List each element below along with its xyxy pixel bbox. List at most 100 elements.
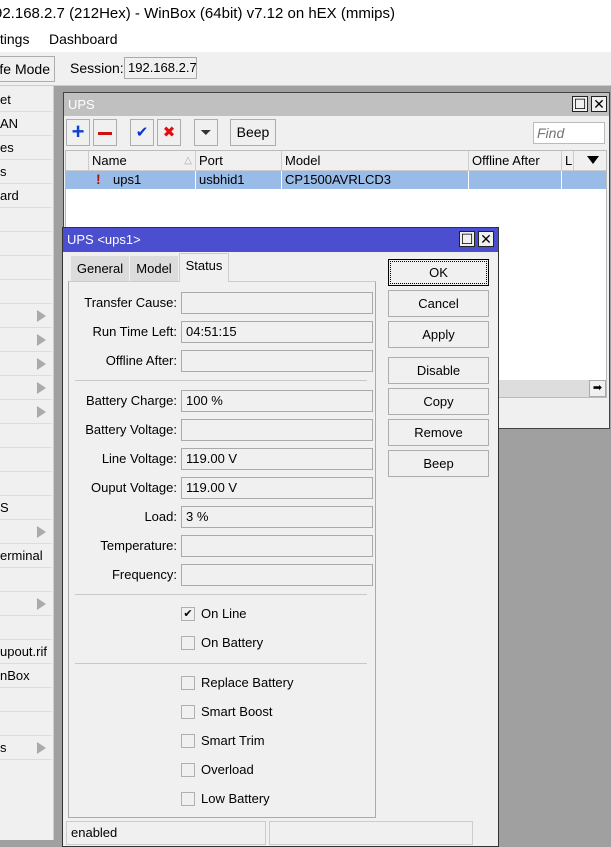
sidebar-item[interactable]: [0, 616, 52, 640]
column-header-flag[interactable]: [66, 151, 89, 170]
submenu-arrow-icon: [37, 310, 46, 322]
sidebar-item[interactable]: es: [0, 136, 52, 160]
separator: [75, 380, 367, 381]
tab-general[interactable]: General: [71, 256, 129, 281]
window-title-bar: 92.168.2.7 (212Hex) - WinBox (64bit) v7.…: [0, 0, 611, 27]
cell-name: ups1: [113, 172, 142, 187]
window-title: 92.168.2.7 (212Hex) - WinBox (64bit) v7.…: [0, 5, 396, 22]
sidebar-item[interactable]: nBox: [0, 664, 52, 688]
filter-icon: ⏷: [200, 124, 212, 140]
cancel-button[interactable]: Cancel: [388, 290, 489, 317]
column-header-name[interactable]: Name △: [89, 151, 196, 170]
field-value: [181, 350, 373, 372]
safe-mode-button[interactable]: fe Mode: [0, 56, 55, 82]
menu-settings[interactable]: ttings: [0, 27, 29, 52]
sort-asc-icon: △: [184, 155, 192, 166]
column-header-offline-after[interactable]: Offline After: [469, 151, 562, 170]
sidebar-item[interactable]: s: [0, 160, 52, 184]
scroll-right-icon[interactable]: ➡: [589, 380, 606, 397]
sidebar-item-label: AN: [0, 116, 19, 131]
copy-button[interactable]: Copy: [388, 388, 489, 415]
field-value: 119.00 V: [181, 448, 373, 470]
beep-button[interactable]: Beep: [388, 450, 489, 477]
field-label: Frequency:: [111, 567, 177, 582]
disable-button[interactable]: ✖: [157, 119, 181, 146]
apply-button[interactable]: Apply: [388, 321, 489, 348]
sidebar-item[interactable]: [0, 376, 52, 400]
maximize-button[interactable]: ☐: [459, 231, 475, 247]
field-label: Transfer Cause:: [84, 295, 177, 310]
sidebar-item[interactable]: S: [0, 496, 52, 520]
column-header-port[interactable]: Port: [196, 151, 282, 170]
sidebar-item[interactable]: [0, 256, 52, 280]
sidebar-item[interactable]: [0, 592, 52, 616]
sidebar-item[interactable]: erminal: [0, 544, 52, 568]
sidebar-item[interactable]: [0, 568, 52, 592]
checkbox[interactable]: [181, 705, 195, 719]
submenu-arrow-icon: [37, 742, 46, 754]
checkbox-label: Replace Battery: [201, 675, 294, 690]
sidebar-item[interactable]: upout.rif: [0, 640, 52, 664]
sidebar-item[interactable]: [0, 400, 52, 424]
field-value: 119.00 V: [181, 477, 373, 499]
sidebar-item[interactable]: [0, 520, 52, 544]
sidebar-item[interactable]: [0, 712, 52, 736]
close-button[interactable]: ✕: [591, 96, 607, 112]
sidebar-item[interactable]: s: [0, 736, 52, 760]
ok-button[interactable]: OK: [388, 259, 489, 286]
field-label: Ouput Voltage:: [90, 480, 177, 495]
beep-button[interactable]: Beep: [230, 119, 276, 146]
field-value: [181, 564, 373, 586]
dialog-titlebar: UPS <ups1>: [63, 228, 498, 252]
field-label: Battery Voltage:: [85, 422, 177, 437]
ups-window-titlebar: UPS: [64, 93, 609, 116]
table-header: Name △ Port Model Offline After L: [66, 151, 606, 171]
sidebar-item[interactable]: [0, 448, 52, 472]
sidebar-item[interactable]: [0, 232, 52, 256]
close-button[interactable]: ✕: [478, 231, 494, 247]
tab-model[interactable]: Model: [130, 256, 178, 281]
enable-button[interactable]: ✔: [130, 119, 154, 146]
remove-button[interactable]: Remove: [388, 419, 489, 446]
sidebar-item[interactable]: [0, 280, 52, 304]
disable-button[interactable]: Disable: [388, 357, 489, 384]
checkbox-label: Low Battery: [201, 791, 270, 806]
sidebar-item[interactable]: [0, 472, 52, 496]
menu-dashboard[interactable]: Dashboard: [49, 27, 118, 52]
field-value: 04:51:15: [181, 321, 373, 343]
checkbox[interactable]: [181, 676, 195, 690]
maximize-button[interactable]: ☐: [572, 96, 588, 112]
field-value: 3 %: [181, 506, 373, 528]
add-button[interactable]: +: [66, 119, 90, 146]
checkbox[interactable]: [181, 792, 195, 806]
session-input[interactable]: 192.168.2.7: [124, 57, 197, 79]
column-menu-icon[interactable]: [587, 156, 599, 164]
separator: [75, 594, 367, 595]
tab-status[interactable]: Status: [179, 253, 229, 282]
sidebar-item[interactable]: ard: [0, 184, 52, 208]
submenu-arrow-icon: [37, 406, 46, 418]
sidebar-item[interactable]: [0, 688, 52, 712]
sidebar-item[interactable]: AN: [0, 112, 52, 136]
checkbox[interactable]: [181, 734, 195, 748]
menu-bar: ttings Dashboard: [0, 27, 611, 52]
sidebar-splitter[interactable]: [54, 86, 62, 840]
filter-button[interactable]: ⏷: [194, 119, 218, 146]
remove-button[interactable]: [93, 119, 117, 146]
x-icon: ✖: [162, 124, 176, 141]
column-header-model[interactable]: Model: [282, 151, 469, 170]
find-input[interactable]: [533, 122, 605, 144]
sidebar-item-label: s: [0, 740, 7, 755]
table-row[interactable]: ! ups1 usbhid1 CP1500AVRLCD3: [66, 171, 606, 189]
sidebar-item[interactable]: [0, 352, 52, 376]
sidebar-item[interactable]: [0, 328, 52, 352]
checkbox[interactable]: [181, 636, 195, 650]
submenu-arrow-icon: [37, 382, 46, 394]
column-header-l[interactable]: L: [562, 151, 574, 170]
checkbox[interactable]: ✔: [181, 607, 195, 621]
sidebar-item[interactable]: et: [0, 88, 52, 112]
sidebar-item[interactable]: [0, 424, 52, 448]
sidebar-item[interactable]: [0, 304, 52, 328]
checkbox[interactable]: [181, 763, 195, 777]
sidebar-item[interactable]: [0, 208, 52, 232]
